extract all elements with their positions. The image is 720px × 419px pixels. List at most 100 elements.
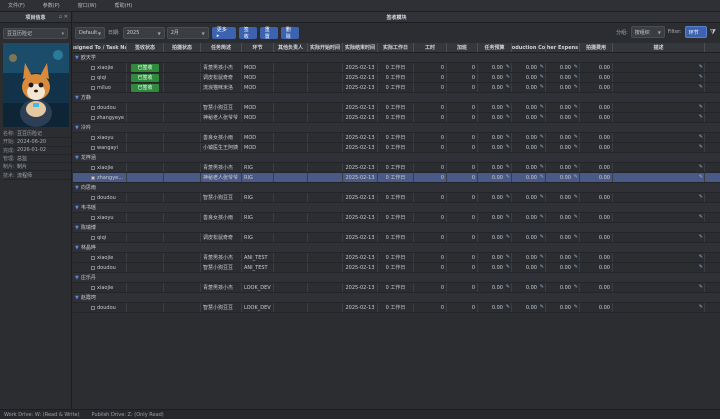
money-cell[interactable]: 0.00 ✎ (546, 73, 580, 82)
money-cell[interactable]: 0.00 ✎ (546, 303, 580, 312)
group-row[interactable]: ▼ 欧天学 (73, 53, 720, 63)
collapse-icon[interactable]: ▼ (75, 55, 79, 61)
description-cell[interactable]: ✎ (613, 163, 705, 172)
description-cell[interactable]: ✎ (613, 113, 705, 122)
asset-cell[interactable]: xiaoyu (73, 133, 127, 142)
edit-icon[interactable]: ✎ (540, 164, 544, 170)
edit-icon[interactable]: ✎ (506, 164, 510, 170)
money-cell[interactable]: 0.00 ✎ (512, 213, 546, 222)
edit-icon[interactable]: ✎ (506, 254, 510, 260)
edit-icon[interactable]: ✎ (574, 174, 578, 180)
more-button[interactable]: 更多 ▸ (211, 26, 236, 39)
edit-icon[interactable]: ✎ (574, 254, 578, 260)
group-row[interactable]: ▼ 林晶晔 (73, 243, 720, 253)
edit-icon[interactable]: ✎ (506, 174, 510, 180)
edit-icon[interactable]: ✎ (699, 74, 703, 80)
collapse-icon[interactable]: ▼ (75, 205, 79, 211)
asset-cell[interactable]: xiaojie (73, 283, 127, 292)
edit-icon[interactable]: ✎ (540, 304, 544, 310)
edit-icon[interactable]: ✎ (699, 194, 703, 200)
table-row[interactable]: miluo 已签收 流浪猫咪米洛 MOD 2025-02-13 0 工作日 0 0 0.00 ✎ 0… (73, 83, 720, 93)
sign-status-cell[interactable]: 已签收 (127, 73, 164, 82)
edit-icon[interactable]: ✎ (540, 194, 544, 200)
edit-icon[interactable]: ✎ (574, 164, 578, 170)
group-row[interactable]: ▼ 方静 (73, 93, 720, 103)
edit-icon[interactable]: ✎ (540, 84, 544, 90)
money-cell[interactable]: 0.00 ✎ (512, 193, 546, 202)
money-cell[interactable]: 0.00 ✎ (478, 233, 512, 242)
money-cell[interactable]: 0.00 ✎ (546, 233, 580, 242)
row-checkbox[interactable] (91, 165, 95, 170)
sign-status-cell[interactable] (127, 233, 164, 242)
column-header[interactable]: 实际结束时间 (343, 43, 378, 52)
table-row[interactable]: xiaojie 青葱男孩小杰 RIG 2025-02-13 0 工作日 0 0 0.00 ✎ 0.… (73, 163, 720, 173)
edit-icon[interactable]: ✎ (574, 264, 578, 270)
sign-status-cell[interactable] (127, 263, 164, 272)
asset-cell[interactable]: xiaojie (73, 253, 127, 262)
edit-icon[interactable]: ✎ (574, 104, 578, 110)
filter-icon[interactable]: ⧩ (710, 28, 716, 37)
collapse-icon[interactable]: ▼ (75, 275, 79, 281)
description-cell[interactable]: ✎ (613, 83, 705, 92)
description-cell[interactable]: ✎ (613, 133, 705, 142)
edit-icon[interactable]: ✎ (699, 214, 703, 220)
sign-status-cell[interactable] (127, 253, 164, 262)
money-cell[interactable]: 0.00 ✎ (546, 143, 580, 152)
filter-select[interactable]: 环节 (684, 26, 707, 38)
edit-icon[interactable]: ✎ (506, 144, 510, 150)
asset-cell[interactable]: miluo (73, 83, 127, 92)
money-cell[interactable]: 0.00 ✎ (478, 133, 512, 142)
collapse-icon[interactable]: ▼ (75, 295, 79, 301)
asset-cell[interactable]: xiaoyu (73, 213, 127, 222)
edit-icon[interactable]: ✎ (540, 174, 544, 180)
money-cell[interactable]: 0.00 ✎ (478, 163, 512, 172)
delete-button[interactable]: 删除 (280, 26, 299, 40)
edit-icon[interactable]: ✎ (699, 164, 703, 170)
money-cell[interactable]: 0.00 ✎ (546, 83, 580, 92)
group-row[interactable]: ▼ 陈瑞博 (73, 223, 720, 233)
edit-icon[interactable]: ✎ (506, 114, 510, 120)
table-row[interactable]: zhangyeye 神秘老人张爷爷 MOD 2025-02-13 0 工作日 0 0 0.00… (73, 113, 720, 123)
table-row[interactable]: wangayi 小镇医生王阿姨 MOD 2025-02-13 0 工作日 0 0 0.00 ✎ 0… (73, 143, 720, 153)
signed-badge[interactable]: 已签收 (131, 73, 159, 82)
edit-icon[interactable]: ✎ (574, 74, 578, 80)
edit-icon[interactable]: ✎ (540, 284, 544, 290)
table-row[interactable]: qiqi 调皮松鼠奇奇 RIG 2025-02-13 0 工作日 0 0 0.00 ✎ 0.00 ✎… (73, 233, 720, 243)
sign-status-cell[interactable] (127, 133, 164, 142)
panel-controls[interactable]: ▫ ✕ (59, 14, 68, 20)
edit-icon[interactable]: ✎ (506, 104, 510, 110)
collapse-icon[interactable]: ▼ (75, 95, 79, 101)
column-header[interactable]: 加班 (447, 43, 478, 52)
money-cell[interactable]: 0.00 ✎ (478, 193, 512, 202)
column-header[interactable]: 拍摄费用 (580, 43, 613, 52)
collapse-icon[interactable]: ▼ (75, 155, 79, 161)
asset-cell[interactable]: doudou (73, 303, 127, 312)
asset-cell[interactable]: zhangye… (73, 173, 127, 182)
sign-status-cell[interactable] (127, 103, 164, 112)
row-checkbox[interactable] (91, 265, 95, 270)
edit-icon[interactable]: ✎ (574, 284, 578, 290)
asset-cell[interactable]: zhangyeye (73, 113, 127, 122)
edit-icon[interactable]: ✎ (699, 114, 703, 120)
sign-status-cell[interactable]: 已签收 (127, 63, 164, 72)
table-row[interactable]: doudou 智慧小狗豆豆 MOD 2025-02-13 0 工作日 0 0 0.00 ✎ 0.0… (73, 103, 720, 113)
edit-icon[interactable]: ✎ (574, 234, 578, 240)
edit-icon[interactable]: ✎ (506, 284, 510, 290)
money-cell[interactable]: 0.00 ✎ (512, 173, 546, 182)
money-cell[interactable]: 0.00 ✎ (546, 253, 580, 262)
money-cell[interactable]: 0.00 ✎ (512, 133, 546, 142)
edit-icon[interactable]: ✎ (574, 214, 578, 220)
edit-icon[interactable]: ✎ (506, 64, 510, 70)
row-checkbox[interactable] (91, 215, 95, 220)
edit-icon[interactable]: ✎ (699, 234, 703, 240)
money-cell[interactable]: 0.00 ✎ (512, 143, 546, 152)
edit-icon[interactable]: ✎ (574, 114, 578, 120)
sign-status-cell[interactable] (127, 143, 164, 152)
table-row[interactable]: xiaojie 已签收 青葱男孩小杰 MOD 2025-02-13 0 工作日 0 0 0.00… (73, 63, 720, 73)
asset-cell[interactable]: qiqi (73, 73, 127, 82)
group-row[interactable]: ▼ 韦书瑶 (73, 203, 720, 213)
money-cell[interactable]: 0.00 ✎ (478, 113, 512, 122)
column-header[interactable]: 描述 (613, 43, 705, 52)
column-header[interactable]: 任务简述 (201, 43, 242, 52)
money-cell[interactable]: 0.00 ✎ (546, 113, 580, 122)
